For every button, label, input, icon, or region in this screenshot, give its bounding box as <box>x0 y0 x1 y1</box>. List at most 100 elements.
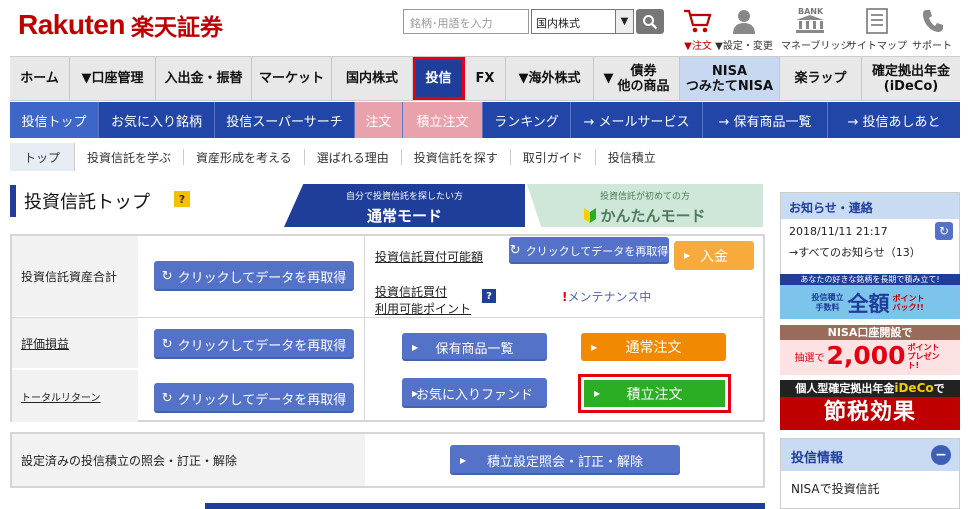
help-icon[interactable]: ? <box>174 191 190 207</box>
money-bridge-menu[interactable]: BANK マネーブリッジ <box>781 6 850 52</box>
refresh-buying-power-button[interactable]: ↻ クリックしてデータを再取得 <box>509 237 669 264</box>
notice-all-link[interactable]: →すべてのお知らせ（13） <box>781 238 959 260</box>
banner3-top-row: 個人型確定拠出年金iDeCoで <box>780 380 960 397</box>
refresh-icon[interactable]: ↻ <box>935 222 953 240</box>
support-menu[interactable]: サポート <box>901 6 963 52</box>
tert-nav-recurring[interactable]: 投信積立 <box>596 149 668 165</box>
total-return-label[interactable]: トータルリターン <box>21 389 101 404</box>
main-nav-domestic-stock[interactable]: 国内株式 <box>332 57 413 100</box>
tert-nav-asset-building[interactable]: 資産形成を考える <box>184 149 305 165</box>
logo-latin-text: Rakuten <box>18 9 125 40</box>
main-nav-bonds-arrow: ▼ <box>603 71 614 86</box>
sub-nav-footprints[interactable]: → 投信あしあと <box>828 102 960 138</box>
banner1-left: 投信積立 <box>811 293 844 302</box>
refresh-pnl-button[interactable]: ↻ クリックしてデータを再取得 <box>154 329 354 359</box>
refresh-total-return-label: クリックしてデータを再取得 <box>177 392 347 408</box>
search-button[interactable] <box>636 9 664 34</box>
sub-nav-holdings[interactable]: → 保有商品一覧 <box>703 102 828 138</box>
asset-total-label: 投資信託資産合計 <box>21 269 118 284</box>
sub-nav-super-search[interactable]: 投信スーパーサーチ <box>215 102 355 138</box>
sitemap-label: サイトマップ <box>847 41 907 52</box>
holdings-button[interactable]: ▶ 保有商品一覧 <box>402 333 547 361</box>
tert-nav-reasons[interactable]: 選ばれる理由 <box>305 149 402 165</box>
triangle-right-icon: ▶ <box>594 389 601 398</box>
beginner-mark-icon <box>584 208 597 223</box>
fund-info-item[interactable]: NISAで投資信託 <box>781 471 959 506</box>
main-nav-funds[interactable]: 投信 <box>413 57 465 100</box>
main-nav-nisa[interactable]: NISA つみたてNISA <box>680 57 780 100</box>
notice-datetime-row: 2018/11/11 21:17 ↻ <box>781 219 959 240</box>
sub-nav-order[interactable]: 注文 <box>355 102 403 138</box>
fund-info-header[interactable]: 投信情報 − <box>781 439 959 471</box>
main-nav-bonds-line2: 他の商品 <box>617 78 670 94</box>
recurring-order-button[interactable]: ▶ 積立注文 <box>584 380 725 407</box>
sub-nav-recurring-order[interactable]: 積立注文 <box>403 102 483 138</box>
easy-mode-sub: 投資信託が初めての方 <box>599 192 690 202</box>
sub-nav-mail-service[interactable]: → メールサービス <box>571 102 703 138</box>
triangle-right-icon: ▶ <box>460 455 467 465</box>
sub-nav-fund-top[interactable]: 投信トップ <box>10 102 99 138</box>
sub-nav-favorites[interactable]: お気に入り銘柄 <box>99 102 215 138</box>
banner-nisa-campaign[interactable]: NISA口座開設で 抽選で 2,000 ポイントプレゼント! <box>780 325 960 375</box>
support-label: サポート <box>912 41 952 52</box>
maintenance-status: !メンテナンス中 <box>562 288 651 305</box>
maintenance-text: メンテナンス中 <box>567 290 652 304</box>
main-nav-ideco-line1: 確定拠出年金 <box>871 63 950 79</box>
search-input[interactable]: 銘柄･用語を入力 <box>403 9 529 34</box>
buying-power-label[interactable]: 投資信託買付可能額 <box>375 248 483 265</box>
fund-summary-panel: 投資信託資産合計 ↻ クリックしてデータを再取得 投資信託買付可能額 ↻ クリックし… <box>10 234 765 422</box>
sitemap-menu[interactable]: サイトマップ <box>846 6 908 52</box>
notice-datetime: 2018/11/11 21:17 <box>789 225 888 238</box>
pnl-label[interactable]: 評価損益 <box>21 335 69 352</box>
normal-mode-tab[interactable]: 自分で投資信託を探したい方 通常モード <box>284 184 525 227</box>
recurring-order-label: 積立注文 <box>626 386 683 403</box>
main-nav-nisa-line2: つみたてNISA <box>685 78 774 94</box>
points-help-icon[interactable]: ? <box>482 289 496 303</box>
main-nav-bonds[interactable]: ▼ 債券 他の商品 <box>594 57 680 100</box>
main-nav-nisa-line1: NISA <box>711 63 748 79</box>
easy-mode-tab[interactable]: 投資信託が初めての方 かんたんモード <box>527 184 763 227</box>
refresh-asset-total-button[interactable]: ↻ クリックしてデータを再取得 <box>154 261 354 291</box>
sub-nav-ranking[interactable]: ランキング <box>483 102 571 138</box>
panel-divider <box>12 317 763 318</box>
search-category-select[interactable]: 国内株式 ▼ <box>531 9 634 34</box>
banner2-pre: 抽選で <box>794 352 825 364</box>
main-nav-account[interactable]: ▼口座管理 <box>70 57 156 100</box>
refresh-total-return-button[interactable]: ↻ クリックしてデータを再取得 <box>154 383 354 413</box>
rakuten-logo[interactable]: Rakuten 楽天証券 <box>18 8 223 42</box>
bank-badge-text: BANK <box>798 7 824 16</box>
main-nav-ideco[interactable]: 確定拠出年金 (iDeCo) <box>862 57 960 100</box>
recurring-settings-button-label: 積立設定照会・訂正・解除 <box>486 454 643 470</box>
panel-divider <box>364 236 365 422</box>
main-nav-market[interactable]: マーケット <box>252 57 332 100</box>
normal-order-button[interactable]: ▶ 通常注文 <box>581 333 726 361</box>
banner-ideco[interactable]: 個人型確定拠出年金iDeCoで 節税効果 <box>780 380 960 430</box>
settings-menu[interactable]: ▼設定・変更 <box>713 6 775 52</box>
deposit-button[interactable]: ▶ 入金 <box>674 241 754 270</box>
banner3-top: 個人型確定拠出年金 <box>795 382 895 395</box>
main-nav-fx[interactable]: FX <box>465 57 506 100</box>
tert-nav-find-funds[interactable]: 投資信託を探す <box>402 149 511 165</box>
main-nav-foreign-stock[interactable]: ▼海外株式 <box>506 57 594 100</box>
triangle-right-icon: ▶ <box>412 342 419 352</box>
chevron-down-icon: ▼ <box>615 10 633 33</box>
main-nav-deposit[interactable]: 入出金・振替 <box>156 57 252 100</box>
recurring-settings-button[interactable]: ▶ 積立設定照会・訂正・解除 <box>450 445 680 475</box>
main-nav-rakuwrap[interactable]: 楽ラップ <box>780 57 862 100</box>
banner-full-point-back[interactable]: あなたの好きな銘柄を長期で積み立て! 投信積立 手数料 全額 ポイントバック!! <box>780 274 960 319</box>
tert-nav-top[interactable]: トップ <box>10 143 76 171</box>
tert-nav-guide[interactable]: 取引ガイド <box>511 149 596 165</box>
banner2-main: 2,000 <box>826 341 906 370</box>
collapse-icon[interactable]: − <box>931 445 951 465</box>
tert-nav-learn[interactable]: 投資信託を学ぶ <box>75 149 185 165</box>
main-nav-bonds-line1: 債券 <box>630 63 657 79</box>
banner2-top: NISA口座開設で <box>780 325 960 340</box>
normal-order-label: 通常注文 <box>625 340 682 356</box>
asset-total-cell: 投資信託資産合計 <box>12 236 138 316</box>
triangle-right-icon: ▶ <box>412 388 419 398</box>
main-nav-home[interactable]: ホーム <box>10 57 70 100</box>
search-category-value: 国内株式 <box>536 17 580 30</box>
bottom-band <box>205 503 765 509</box>
logo-jp-text: 楽天証券 <box>130 15 223 41</box>
favorite-funds-button[interactable]: ▶ お気に入りファンド <box>402 378 547 408</box>
